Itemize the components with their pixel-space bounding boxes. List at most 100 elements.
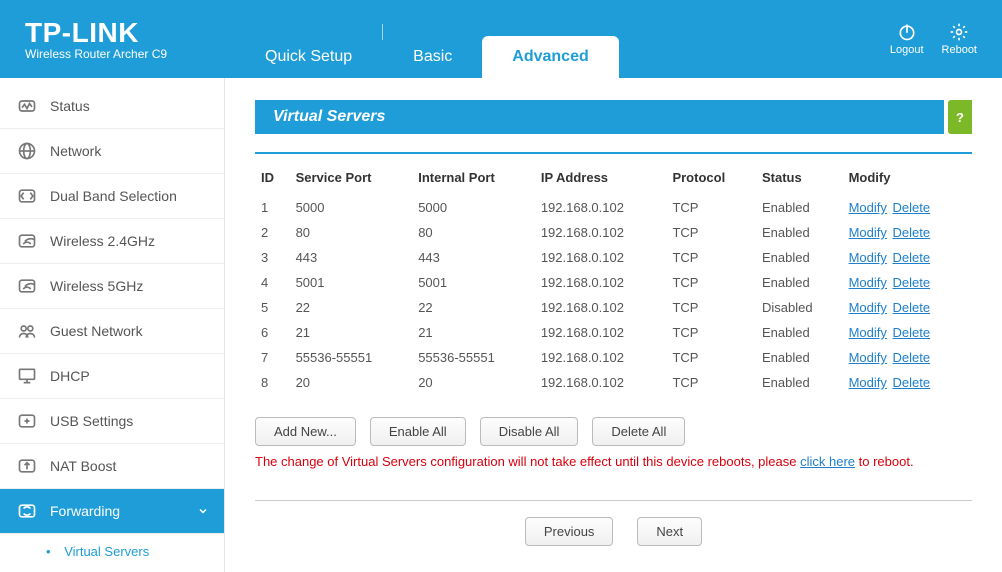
sidebar-item-label: Wireless 2.4GHz	[50, 233, 155, 249]
logout-label: Logout	[890, 44, 924, 56]
cell-ip: 192.168.0.102	[535, 295, 667, 320]
top-nav: Quick Setup Basic Advanced	[235, 0, 890, 78]
cell-modify: Modify Delete	[843, 195, 972, 220]
cell-protocol: TCP	[666, 270, 756, 295]
cell-internal-port: 443	[412, 245, 535, 270]
cell-id: 5	[255, 295, 290, 320]
modify-link[interactable]: Modify	[849, 375, 887, 390]
col-ip: IP Address	[535, 164, 667, 195]
cell-id: 8	[255, 370, 290, 395]
cell-service-port: 21	[290, 320, 413, 345]
cell-status: Enabled	[756, 245, 843, 270]
cell-service-port: 80	[290, 220, 413, 245]
modify-link[interactable]: Modify	[849, 300, 887, 315]
cell-modify: Modify Delete	[843, 295, 972, 320]
cell-service-port: 5000	[290, 195, 413, 220]
sidebar-item-guest[interactable]: Guest Network	[0, 309, 224, 354]
next-button[interactable]: Next	[637, 517, 702, 546]
sidebar-item-usb[interactable]: USB Settings	[0, 399, 224, 444]
sidebar-item-label: Dual Band Selection	[50, 188, 177, 204]
reboot-button[interactable]: Reboot	[942, 22, 977, 56]
sidebar-item-status[interactable]: Status	[0, 84, 224, 129]
cell-service-port: 22	[290, 295, 413, 320]
cell-modify: Modify Delete	[843, 345, 972, 370]
cell-protocol: TCP	[666, 245, 756, 270]
delete-link[interactable]: Delete	[893, 300, 931, 315]
enable-all-button[interactable]: Enable All	[370, 417, 466, 446]
cell-modify: Modify Delete	[843, 220, 972, 245]
modify-link[interactable]: Modify	[849, 350, 887, 365]
cell-id: 7	[255, 345, 290, 370]
usb-icon	[16, 410, 38, 432]
sidebar-item-nat[interactable]: NAT Boost	[0, 444, 224, 489]
delete-link[interactable]: Delete	[893, 200, 931, 215]
header-actions: Logout Reboot	[890, 22, 977, 56]
table-row: 28080192.168.0.102TCPEnabledModify Delet…	[255, 220, 972, 245]
sidebar-item-label: DHCP	[50, 368, 90, 384]
modify-link[interactable]: Modify	[849, 225, 887, 240]
col-service-port: Service Port	[290, 164, 413, 195]
delete-link[interactable]: Delete	[893, 350, 931, 365]
dual-band-icon	[16, 185, 38, 207]
sidebar-item-forwarding[interactable]: Forwarding	[0, 489, 224, 534]
delete-link[interactable]: Delete	[893, 325, 931, 340]
cell-modify: Modify Delete	[843, 370, 972, 395]
sidebar-subitem-virtual-servers[interactable]: Virtual Servers	[0, 534, 224, 569]
help-button[interactable]: ?	[948, 100, 972, 134]
cell-status: Enabled	[756, 345, 843, 370]
warning-message: The change of Virtual Servers configurat…	[255, 452, 972, 472]
cell-status: Enabled	[756, 320, 843, 345]
modify-link[interactable]: Modify	[849, 325, 887, 340]
delete-link[interactable]: Delete	[893, 250, 931, 265]
delete-all-button[interactable]: Delete All	[592, 417, 685, 446]
cell-id: 6	[255, 320, 290, 345]
cell-protocol: TCP	[666, 220, 756, 245]
panel-title: Virtual Servers	[255, 100, 944, 134]
table-row: 82020192.168.0.102TCPEnabledModify Delet…	[255, 370, 972, 395]
col-modify: Modify	[843, 164, 972, 195]
sidebar-item-label: Status	[50, 98, 90, 114]
sidebar-item-wireless-24[interactable]: Wireless 2.4GHz	[0, 219, 224, 264]
virtual-servers-table: ID Service Port Internal Port IP Address…	[255, 164, 972, 395]
disable-all-button[interactable]: Disable All	[480, 417, 579, 446]
delete-link[interactable]: Delete	[893, 375, 931, 390]
logout-button[interactable]: Logout	[890, 22, 924, 56]
cell-internal-port: 80	[412, 220, 535, 245]
modify-link[interactable]: Modify	[849, 200, 887, 215]
add-new-button[interactable]: Add New...	[255, 417, 356, 446]
globe-icon	[16, 140, 38, 162]
sidebar-item-dhcp[interactable]: DHCP	[0, 354, 224, 399]
monitor-icon	[16, 365, 38, 387]
chevron-down-icon	[194, 505, 210, 517]
sidebar-item-wireless-5[interactable]: Wireless 5GHz	[0, 264, 224, 309]
reboot-link[interactable]: click here	[800, 454, 855, 469]
delete-link[interactable]: Delete	[893, 275, 931, 290]
col-protocol: Protocol	[666, 164, 756, 195]
cell-status: Enabled	[756, 195, 843, 220]
modify-link[interactable]: Modify	[849, 250, 887, 265]
sidebar: Status Network Dual Band Selection Wirel…	[0, 78, 225, 572]
table-row: 52222192.168.0.102TCPDisabledModify Dele…	[255, 295, 972, 320]
cell-id: 2	[255, 220, 290, 245]
modify-link[interactable]: Modify	[849, 275, 887, 290]
cell-modify: Modify Delete	[843, 320, 972, 345]
tab-advanced[interactable]: Advanced	[482, 36, 618, 78]
cell-status: Disabled	[756, 295, 843, 320]
cell-status: Enabled	[756, 370, 843, 395]
previous-button[interactable]: Previous	[525, 517, 614, 546]
brand-logo: TP-LINK	[25, 17, 235, 49]
header: TP-LINK Wireless Router Archer C9 Quick …	[0, 0, 1002, 78]
action-row: Add New... Enable All Disable All Delete…	[255, 417, 972, 446]
col-internal-port: Internal Port	[412, 164, 535, 195]
cell-modify: Modify Delete	[843, 245, 972, 270]
sidebar-item-network[interactable]: Network	[0, 129, 224, 174]
sidebar-item-dual-band[interactable]: Dual Band Selection	[0, 174, 224, 219]
cell-status: Enabled	[756, 270, 843, 295]
delete-link[interactable]: Delete	[893, 225, 931, 240]
reboot-label: Reboot	[942, 44, 977, 56]
tab-quick-setup[interactable]: Quick Setup	[235, 36, 382, 78]
col-status: Status	[756, 164, 843, 195]
cell-service-port: 443	[290, 245, 413, 270]
tab-basic[interactable]: Basic	[383, 36, 482, 78]
table-row: 150005000192.168.0.102TCPEnabledModify D…	[255, 195, 972, 220]
